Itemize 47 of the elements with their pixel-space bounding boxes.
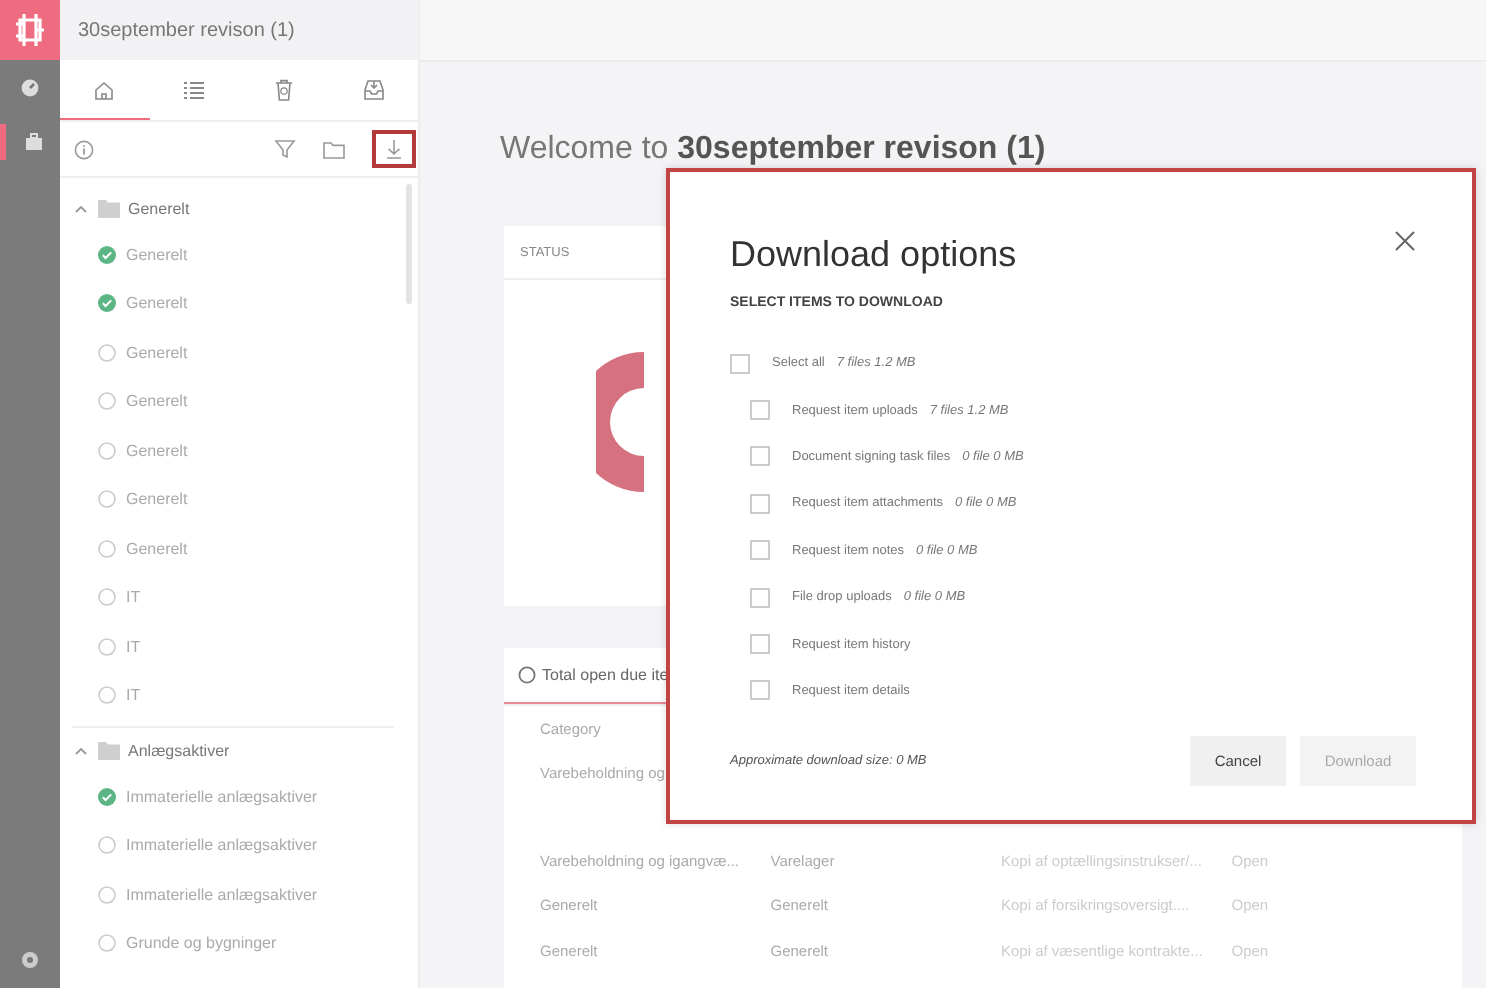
tree-item[interactable]: IT — [126, 686, 141, 705]
list-icon — [182, 77, 207, 101]
dialog-title: Download options — [730, 232, 1017, 276]
tree-group[interactable]: Generelt — [128, 199, 190, 217]
tree-item[interactable]: Generelt — [126, 245, 188, 264]
tree-item[interactable]: Immaterielle anlægsaktiver — [126, 885, 318, 904]
caret-icon[interactable] — [72, 745, 90, 755]
folder-icon — [98, 199, 120, 217]
tree-item[interactable]: Grunde og bygninger — [126, 934, 277, 953]
gauge-icon[interactable] — [20, 78, 40, 98]
briefcase-icon[interactable] — [23, 132, 43, 152]
folder-icon — [98, 741, 120, 759]
checkbox[interactable] — [750, 540, 770, 561]
tree-item[interactable]: Immaterielle anlægsaktiver — [126, 836, 318, 855]
filter-icon[interactable] — [274, 138, 296, 160]
checkbox[interactable] — [750, 634, 770, 655]
checkbox[interactable] — [750, 680, 770, 701]
checkbox[interactable] — [750, 587, 770, 608]
circle-icon — [518, 666, 536, 684]
checkbox[interactable] — [750, 400, 770, 421]
download-icon — [384, 138, 404, 160]
tree-item[interactable]: Immaterielle anlægsaktiver — [126, 787, 318, 806]
tree-item[interactable]: IT — [126, 588, 141, 607]
caret-icon[interactable] — [72, 203, 90, 213]
checkbox[interactable] — [750, 446, 770, 467]
settings-icon[interactable] — [20, 950, 40, 970]
checkbox[interactable] — [750, 493, 770, 514]
folder-icon[interactable] — [322, 139, 346, 159]
project-title: 30september revison (1) — [78, 19, 295, 41]
tree-item[interactable]: Generelt — [126, 490, 188, 509]
checkbox[interactable] — [730, 353, 750, 374]
inbox-icon — [361, 77, 386, 101]
home-icon — [92, 77, 117, 101]
tree-item[interactable]: Generelt — [126, 343, 188, 362]
info-icon[interactable] — [74, 139, 94, 159]
app-logo[interactable] — [0, 0, 60, 60]
tree-item[interactable]: Generelt — [126, 294, 188, 313]
trash-icon — [271, 77, 296, 101]
tree-group[interactable]: Anlægsaktiver — [128, 741, 230, 759]
tree-item[interactable]: IT — [126, 637, 141, 656]
tree-item[interactable]: Generelt — [126, 441, 188, 460]
tree-item[interactable]: Generelt — [126, 539, 188, 558]
download-button[interactable] — [372, 130, 416, 168]
tree-item[interactable]: Generelt — [126, 392, 188, 411]
welcome-heading: Welcome to 30september revison (1) — [500, 134, 1048, 166]
close-icon[interactable] — [1394, 230, 1416, 252]
donut-drawing — [596, 352, 644, 492]
